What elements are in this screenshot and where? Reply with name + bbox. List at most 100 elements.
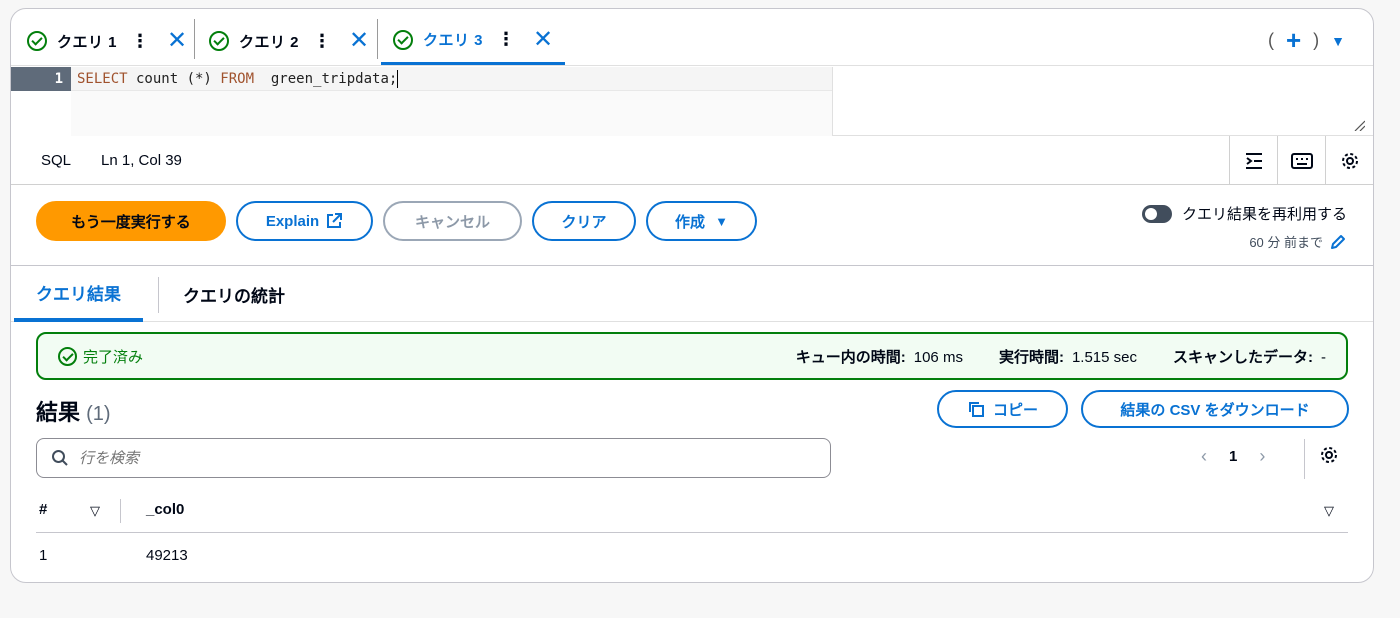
run-again-button[interactable]: もう一度実行する <box>36 201 226 241</box>
success-check-icon <box>209 31 229 51</box>
run-time-value: 1.515 sec <box>1071 348 1137 366</box>
column-divider[interactable] <box>120 499 121 523</box>
data-scanned-value: - <box>1321 348 1326 366</box>
copy-label: コピー <box>992 401 1038 419</box>
new-tab-controls: ( + ) ▼ <box>1268 25 1345 56</box>
gear-icon[interactable] <box>1325 136 1373 185</box>
tab-query-2[interactable]: クエリ 2 ⋮ ✕ <box>209 17 369 65</box>
caret-down-icon: ▼ <box>715 213 728 229</box>
success-check-icon <box>27 31 47 51</box>
query-editor-panel: クエリ 1 ⋮ ✕ クエリ 2 ⋮ ✕ クエリ 3 ⋮ ✕ ( + ) ▼ 1 … <box>10 8 1374 583</box>
reuse-results: クエリ結果を再利用する 60 分 前まで <box>1141 203 1347 251</box>
editor-margin-line <box>832 67 833 136</box>
queue-time: キュー内の時間: 106 ms <box>796 346 963 367</box>
code-table: green_tripdata; <box>254 71 398 87</box>
create-label: 作成 <box>675 213 706 231</box>
tab-query-1[interactable]: クエリ 1 ⋮ ✕ <box>27 17 187 65</box>
copy-button[interactable]: コピー <box>937 390 1068 428</box>
success-check-icon <box>58 346 77 366</box>
queue-time-value: 106 ms <box>913 348 963 366</box>
close-icon[interactable]: ✕ <box>533 27 553 52</box>
query-tab-bar: クエリ 1 ⋮ ✕ クエリ 2 ⋮ ✕ クエリ 3 ⋮ ✕ ( + ) ▼ <box>11 9 1373 66</box>
sql-editor[interactable]: 1 SELECT count (*) FROM green_tripdata; <box>11 67 1373 136</box>
gutter <box>11 91 71 136</box>
data-scanned-label: スキャンしたデータ: <box>1173 348 1313 366</box>
column-header-col0[interactable]: _col0 <box>146 501 184 518</box>
tab-label: クエリ 2 <box>239 33 300 51</box>
external-link-icon <box>327 213 343 228</box>
tab-divider <box>194 19 195 59</box>
editor-status-bar: SQL Ln 1, Col 39 <box>11 136 1373 185</box>
resize-handle-icon[interactable] <box>1353 119 1365 131</box>
chevron-right-icon[interactable]: › <box>1259 446 1265 467</box>
tab-query-3[interactable]: クエリ 3 ⋮ ✕ <box>381 17 566 65</box>
paren-close: ) <box>1313 30 1320 50</box>
column-header-index: # <box>39 501 48 518</box>
clear-button[interactable]: クリア <box>532 201 636 241</box>
code-count: count (*) <box>127 71 221 87</box>
keyword-select: SELECT <box>77 71 128 87</box>
results-title: 結果 (1) <box>36 395 111 427</box>
section-divider <box>11 265 1373 266</box>
more-actions-icon[interactable]: ⋮ <box>497 29 515 50</box>
result-tabs: クエリ結果 クエリの統計 <box>11 267 1373 322</box>
row-search <box>36 438 831 478</box>
table-header: # ▽ _col0 ▽ <box>36 489 1348 533</box>
reuse-age: 60 分 前まで <box>1249 235 1323 250</box>
status-text: 完了済み <box>83 348 144 366</box>
pager-divider <box>1304 439 1305 479</box>
queue-time-label: キュー内の時間: <box>795 348 906 366</box>
create-button[interactable]: 作成 ▼ <box>646 201 757 241</box>
add-tab-button[interactable]: + <box>1286 25 1301 56</box>
tab-label: クエリ 1 <box>57 33 118 51</box>
tab-label: クエリ 3 <box>423 32 484 49</box>
cancel-button[interactable]: キャンセル <box>383 201 522 241</box>
sort-icon[interactable]: ▽ <box>1324 503 1334 519</box>
more-actions-icon[interactable]: ⋮ <box>313 31 331 52</box>
row-index: 1 <box>39 547 48 564</box>
cell-col0: 49213 <box>146 547 188 564</box>
language-label: SQL <box>41 151 72 169</box>
keyboard-icon[interactable] <box>1277 136 1325 185</box>
run-time-label: 実行時間: <box>998 348 1064 366</box>
search-input[interactable] <box>79 449 779 467</box>
pagination: ‹ 1 › <box>1201 446 1265 467</box>
code-line[interactable]: SELECT count (*) FROM green_tripdata; <box>71 67 833 91</box>
explain-label: Explain <box>265 212 320 230</box>
table-settings-gear-icon[interactable] <box>1319 445 1339 471</box>
data-scanned: スキャンしたデータ: - <box>1173 346 1326 367</box>
more-actions-icon[interactable]: ⋮ <box>131 31 149 52</box>
table-row: 1 49213 <box>36 534 1348 578</box>
editor-empty-area[interactable] <box>71 91 833 136</box>
reuse-toggle[interactable] <box>1141 204 1172 223</box>
format-indent-icon[interactable] <box>1229 136 1277 185</box>
page-number[interactable]: 1 <box>1229 448 1237 465</box>
close-icon[interactable]: ✕ <box>167 29 187 53</box>
copy-icon <box>968 402 984 417</box>
results-count: (1) <box>86 403 111 425</box>
download-csv-button[interactable]: 結果の CSV をダウンロード <box>1081 390 1349 428</box>
keyword-from: FROM <box>220 71 255 87</box>
results-title-text: 結果 <box>36 400 81 425</box>
tab-query-stats[interactable]: クエリの統計 <box>183 267 285 322</box>
cursor-position: Ln 1, Col 39 <box>101 151 182 169</box>
success-check-icon <box>393 29 413 50</box>
query-status-alert: 完了済み キュー内の時間: 106 ms 実行時間: 1.515 sec スキャンし… <box>36 332 1348 380</box>
tab-divider <box>158 277 159 313</box>
explain-button[interactable]: Explain <box>236 201 373 241</box>
sort-icon[interactable]: ▽ <box>90 503 100 519</box>
query-metrics: キュー内の時間: 106 ms 実行時間: 1.515 sec スキャンしたデータ:… <box>796 334 1326 378</box>
run-time: 実行時間: 1.515 sec <box>999 346 1137 367</box>
tab-query-results[interactable]: クエリ結果 <box>14 267 143 322</box>
tab-divider <box>377 19 378 59</box>
line-number: 1 <box>11 67 71 91</box>
search-icon <box>52 450 68 466</box>
close-icon[interactable]: ✕ <box>349 29 369 53</box>
paren-open: ( <box>1267 30 1274 50</box>
pencil-icon[interactable] <box>1329 233 1347 251</box>
chevron-left-icon[interactable]: ‹ <box>1201 446 1207 467</box>
query-actions: もう一度実行する Explain キャンセル クリア 作成 ▼ <box>36 201 767 241</box>
reuse-label: クエリ結果を再利用する <box>1181 206 1347 223</box>
caret-down-icon[interactable]: ▼ <box>1331 33 1345 49</box>
text-cursor <box>397 70 399 88</box>
